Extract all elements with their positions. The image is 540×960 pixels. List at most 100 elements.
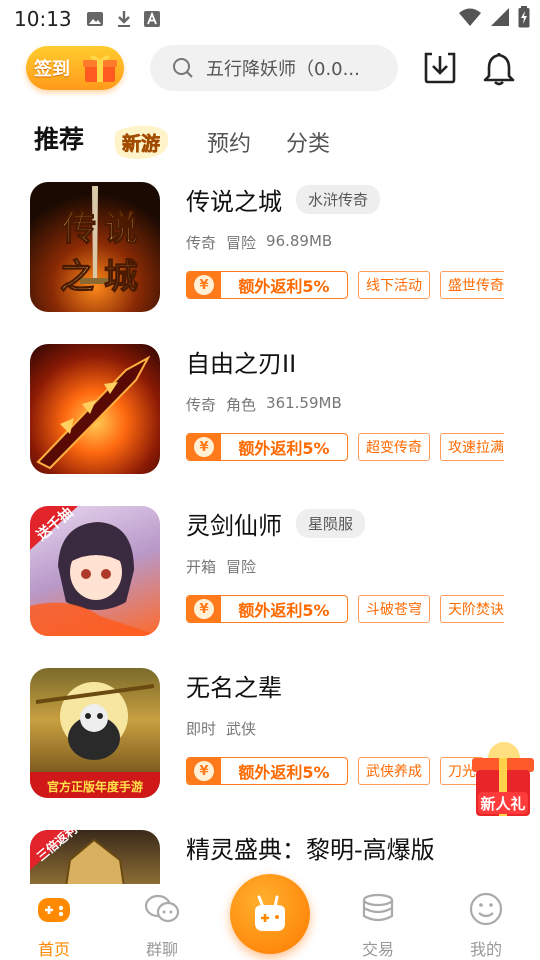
thumb-char-2: 说 <box>104 209 138 249</box>
genre-label: 武侠 <box>226 720 257 738</box>
rebate-label: 额外返利5% <box>238 763 330 782</box>
game-meta: 传奇 冒险 96.89MB <box>186 232 332 253</box>
thumb-char-1: 传 <box>61 209 96 249</box>
gift-box-icon: 新人礼 <box>472 742 534 816</box>
armor-art-icon: 三倍返利 <box>30 830 125 884</box>
rebate-label: 额外返利5% <box>238 439 330 458</box>
wifi-icon <box>459 8 481 26</box>
gamepad-icon <box>38 898 70 922</box>
new-user-gift-label: 新人礼 <box>480 795 525 813</box>
image-icon <box>86 12 103 26</box>
game-meta: 即时 武侠 <box>186 718 256 739</box>
title-row: 灵剑仙师 星陨服 <box>186 506 366 541</box>
file-size: 96.89MB <box>266 232 333 250</box>
server-tag: 水浒传奇 <box>296 185 381 214</box>
battery-icon <box>518 6 530 28</box>
tag-row: ¥ 额外返利5% 超变传奇 攻速拉满 <box>186 433 504 463</box>
rebate-badge: ¥ 额外返利5% <box>186 271 348 299</box>
feature-tag: 超变传奇 <box>358 433 430 461</box>
nav-trade[interactable]: 交易 <box>348 892 408 960</box>
yen-icon: ¥ <box>187 596 221 622</box>
top-bar: 签到 五行降妖师（0.0... <box>0 40 540 100</box>
tab-new-games-label: 新游 <box>122 132 160 155</box>
signal-icon <box>491 8 509 26</box>
character-art-icon: 送千抽 <box>30 506 160 636</box>
blade-art-icon <box>36 355 151 470</box>
game-item[interactable]: 自由之刃II 传奇 角色 361.59MB ¥ 额外返利5% 超变传奇 攻速拉满 <box>0 334 540 496</box>
tab-reserve[interactable]: 预约 <box>207 126 251 158</box>
sword-art-icon: 传 说 之 城 <box>59 186 139 298</box>
smile-icon <box>469 892 503 926</box>
file-size: 361.59MB <box>266 394 342 412</box>
status-time: 10:13 <box>14 7 72 31</box>
genre-label: 传奇 <box>186 396 217 414</box>
game-item[interactable]: 官方正版年度手游 无名之辈 即时 武侠 ¥ 额外返利5% 武侠养成 刀光 <box>0 658 540 820</box>
new-games-badge-icon: 新游 <box>114 125 169 159</box>
gift-icon <box>83 55 117 82</box>
search-placeholder: 五行降妖师（0.0... <box>206 59 360 80</box>
genre-label: 冒险 <box>226 234 257 252</box>
rebate-badge: ¥ 额外返利5% <box>186 433 348 461</box>
signin-label: 签到 <box>34 59 70 80</box>
nav-me-label: 我的 <box>469 940 502 959</box>
tag-row: ¥ 额外返利5% 斗破苍穹 天阶焚诀 <box>186 595 504 625</box>
game-title: 传说之城 <box>186 188 282 216</box>
game-item[interactable]: 送千抽 灵剑仙师 星陨服 开箱 冒险 ¥ 额外返利5% 斗破苍穹 天阶焚诀 <box>0 496 540 658</box>
genre-label: 即时 <box>186 720 217 738</box>
thumb-char-4: 城 <box>104 257 138 297</box>
title-row: 自由之刃II <box>186 344 296 379</box>
search-icon <box>173 58 193 78</box>
rebate-badge: ¥ 额外返利5% <box>186 757 348 785</box>
status-bar: 10:13 <box>0 0 540 38</box>
game-thumbnail <box>30 344 160 474</box>
bell-icon[interactable] <box>482 50 516 86</box>
tab-new-games[interactable]: 新游 <box>110 122 172 162</box>
genre-label: 开箱 <box>186 558 217 576</box>
nav-home[interactable]: 首页 <box>24 892 84 960</box>
feature-tag: 斗破苍穹 <box>358 595 430 623</box>
thumb-banner-label: 官方正版年度手游 <box>47 779 143 794</box>
yen-icon: ¥ <box>187 272 221 298</box>
coins-icon <box>362 893 394 922</box>
center-game-icon <box>255 895 285 931</box>
tag-row: ¥ 额外返利5% 线下活动 盛世传奇 <box>186 271 504 301</box>
thumb-char-3: 之 <box>60 257 94 297</box>
status-notification-icons <box>86 10 160 28</box>
rebate-label: 额外返利5% <box>238 601 330 620</box>
rebate-badge: ¥ 额外返利5% <box>186 595 348 623</box>
download-manager-icon[interactable] <box>422 50 458 86</box>
game-title: 精灵盛典：黎明-高爆版 <box>186 836 435 864</box>
game-thumbnail: 送千抽 <box>30 506 160 636</box>
game-title: 无名之辈 <box>186 674 282 702</box>
yen-icon: ¥ <box>187 434 221 460</box>
feature-tag: 盛世传奇 <box>440 271 504 299</box>
search-input[interactable]: 五行降妖师（0.0... <box>150 45 398 91</box>
title-row: 精灵盛典：黎明-高爆版 <box>186 830 435 865</box>
new-user-gift-button[interactable]: 新人礼 <box>464 740 540 824</box>
nav-trade-label: 交易 <box>361 940 394 959</box>
nav-group-chat[interactable]: 群聊 <box>132 892 192 960</box>
chat-icon <box>144 894 180 923</box>
game-meta: 开箱 冒险 <box>186 556 256 577</box>
game-item[interactable]: 传 说 之 城 传说之城 水浒传奇 传奇 冒险 96.89MB ¥ 额外返利5%… <box>0 172 540 334</box>
category-tabs: 推荐 新游 预约 分类 <box>0 112 540 168</box>
signin-button[interactable]: 签到 <box>26 46 124 90</box>
feature-tag: 武侠养成 <box>358 757 430 785</box>
feature-tag: 线下活动 <box>358 271 430 299</box>
feature-tag: 攻速拉满 <box>440 433 504 461</box>
game-meta: 传奇 角色 361.59MB <box>186 394 342 415</box>
rebate-label: 额外返利5% <box>238 277 330 296</box>
tab-category[interactable]: 分类 <box>286 126 330 158</box>
nav-me[interactable]: 我的 <box>456 892 516 960</box>
text-a-icon <box>143 11 160 27</box>
bottom-nav: 首页 群聊 交易 我的 <box>0 874 540 960</box>
game-thumbnail: 三倍返利 <box>30 830 160 884</box>
title-row: 无名之辈 <box>186 668 282 703</box>
panda-art-icon: 官方正版年度手游 <box>30 682 160 798</box>
genre-label: 冒险 <box>226 558 257 576</box>
download-status-icon <box>117 11 130 27</box>
game-thumbnail: 传 说 之 城 <box>30 182 160 312</box>
tab-recommend[interactable]: 推荐 <box>34 120 84 156</box>
game-list: 传 说 之 城 传说之城 水浒传奇 传奇 冒险 96.89MB ¥ 额外返利5%… <box>0 172 540 884</box>
center-game-button[interactable] <box>230 874 310 954</box>
